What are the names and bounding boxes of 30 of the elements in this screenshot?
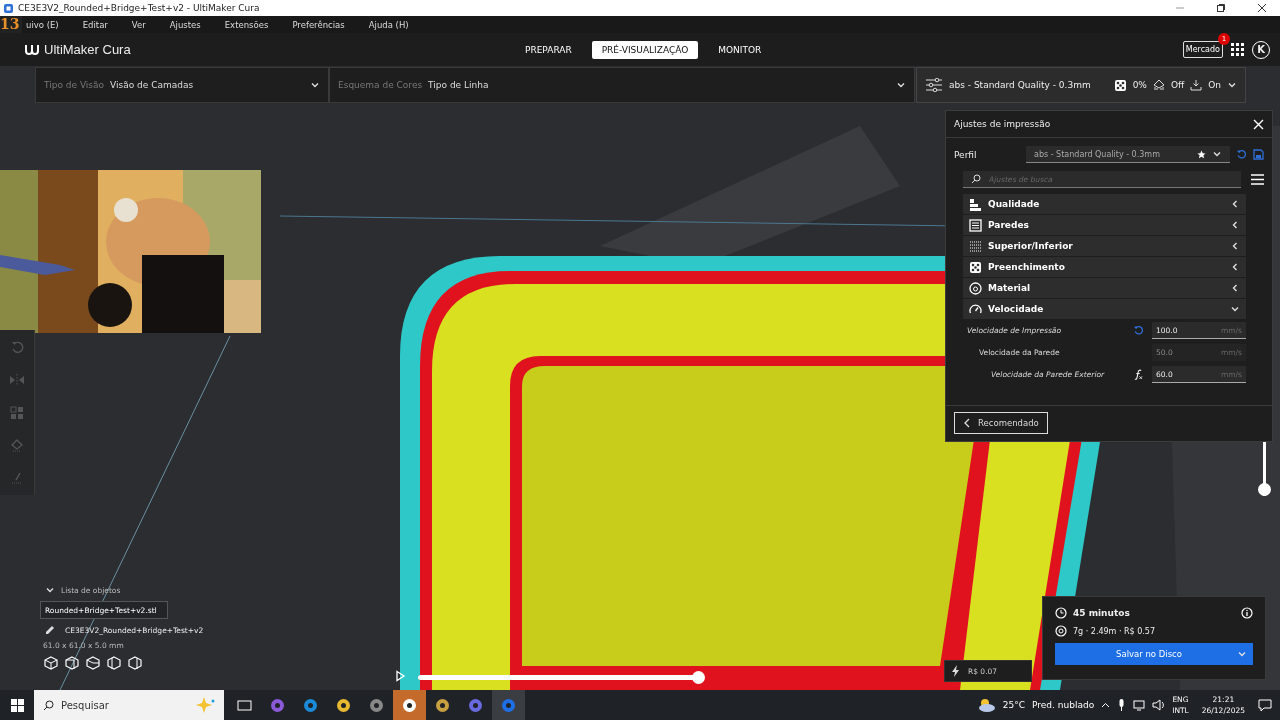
microphone-icon[interactable]	[1117, 699, 1127, 711]
search-icon	[43, 700, 54, 711]
app-logo-text: UltiMaker Cura	[44, 42, 131, 57]
windows-start-icon[interactable]	[10, 698, 24, 712]
taskbar-search-field[interactable]: Pesquisar	[34, 690, 224, 720]
restore-icon[interactable]	[1216, 3, 1226, 13]
stage-tab[interactable]: PREPARAR	[515, 40, 582, 59]
close-icon[interactable]	[1257, 3, 1267, 13]
network-icon[interactable]	[1133, 699, 1146, 711]
weather-icon	[977, 697, 996, 713]
logo-icon	[25, 44, 39, 55]
taskbar-app-icon[interactable]	[393, 690, 426, 720]
menu-item[interactable]: Ajustes	[167, 19, 203, 30]
menu-item[interactable]: uivo (E)	[24, 19, 61, 30]
tray-chevron-icon[interactable]	[1101, 700, 1111, 710]
app-icon	[4, 3, 13, 13]
menu-item[interactable]: Extensões	[222, 19, 271, 30]
menu-item[interactable]: Preferências	[290, 19, 347, 30]
stage-tab[interactable]: PRÉ-VISUALIZAÇÃO	[591, 40, 699, 59]
menu-item[interactable]: Editar	[80, 19, 110, 30]
stage-tab[interactable]: MONITOR	[708, 40, 772, 59]
apps-grid-icon[interactable]	[1231, 43, 1244, 56]
overlay-badge: 13	[0, 16, 22, 33]
weather-text: Pred. nublado	[1032, 700, 1095, 710]
notifications-icon[interactable]	[1258, 698, 1272, 712]
window-title: CE3E3V2_Rounded+Bridge+Test+v2 - UltiMaker Cura	[18, 3, 260, 13]
menu-item[interactable]: Ver	[129, 19, 148, 30]
temperature: 25°C	[1002, 700, 1026, 710]
volume-icon[interactable]	[1152, 699, 1166, 711]
menu-item[interactable]: Ajuda (H)	[366, 19, 411, 30]
